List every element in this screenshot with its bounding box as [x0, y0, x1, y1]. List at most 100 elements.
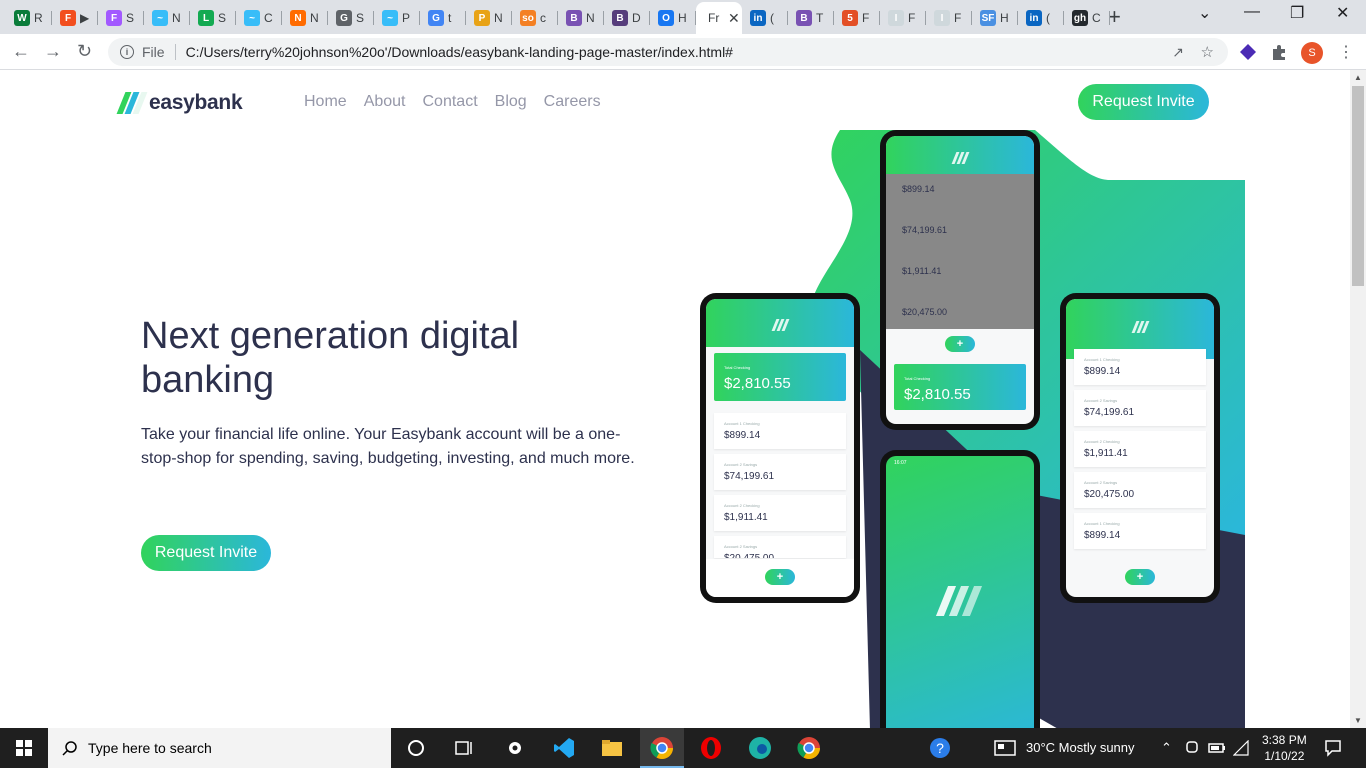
nav-about[interactable]: About [364, 93, 406, 111]
tab-title: H [678, 11, 687, 25]
vscode-icon[interactable] [552, 736, 576, 760]
share-icon[interactable]: ↗ [1172, 44, 1184, 61]
browser-menu-icon[interactable]: ⋮ [1338, 42, 1354, 62]
meet-now-icon[interactable] [1185, 740, 1199, 756]
browser-tab[interactable]: IF [880, 5, 926, 31]
tab-favicon-icon: W [14, 10, 30, 26]
tab-favicon-icon: B [566, 10, 582, 26]
browser-tab[interactable]: WR [6, 5, 52, 31]
tab-favicon-icon: ~ [152, 10, 168, 26]
account-amount: $20,475.00 [1084, 489, 1135, 500]
header-request-invite-button[interactable]: Request Invite [1078, 84, 1209, 120]
browser-tab[interactable]: FS [98, 5, 144, 31]
hero-headline: Next generation digital banking [141, 315, 520, 401]
browser-tab[interactable]: ~ C [236, 5, 282, 31]
minimize-button[interactable]: — [1244, 3, 1260, 21]
phone-mockup-bottom: 16:07 [880, 450, 1040, 728]
page-scrollbar[interactable]: ▲ ▼ [1350, 70, 1366, 728]
extension-diamond-icon[interactable] [1239, 43, 1257, 61]
account-amount: $74,199.61 [724, 471, 775, 482]
profile-avatar[interactable]: S [1301, 42, 1323, 64]
cortana-icon[interactable] [404, 736, 428, 760]
brand-name: easybank [149, 91, 243, 114]
total-amount: $2,810.55 [724, 375, 791, 392]
notifications-icon[interactable] [1324, 739, 1342, 757]
browser-tab[interactable]: SF H [972, 5, 1018, 31]
settings-gear-icon[interactable] [503, 736, 527, 760]
mockup-fab-icon: + [945, 336, 975, 352]
browser-tab[interactable]: in ( [1018, 5, 1064, 31]
battery-icon[interactable] [1208, 741, 1226, 755]
url-text[interactable]: C:/Users/terry%20johnson%20o'/Downloads/… [186, 44, 733, 60]
tab-search-icon[interactable]: ⌄ [1198, 3, 1211, 23]
browser-tab[interactable]: OH [650, 5, 696, 31]
nav-careers[interactable]: Careers [544, 93, 601, 111]
browser-tab[interactable]: GS [328, 5, 374, 31]
page-viewport: easybank Home About Contact Blog Careers… [0, 70, 1350, 728]
browser-tab[interactable]: F ▶ [52, 5, 98, 31]
edge-icon[interactable] [748, 736, 772, 760]
taskbar-search-box[interactable]: Type here to search [48, 728, 391, 768]
close-tab-icon[interactable]: ✕ [728, 10, 740, 27]
forward-button[interactable]: → [44, 41, 62, 62]
browser-tab[interactable]: IF [926, 5, 972, 31]
browser-tab[interactable]: LS [190, 5, 236, 31]
browser-tab[interactable]: PN [466, 5, 512, 31]
account-card: Account 2 Checking $1,911.41 [714, 495, 846, 531]
browser-tab[interactable]: BN [558, 5, 604, 31]
restore-button[interactable]: ❐ [1290, 3, 1304, 23]
system-clock[interactable]: 3:38 PM 1/10/22 [1262, 732, 1307, 764]
task-view-icon[interactable] [452, 736, 476, 760]
tab-title: C [264, 11, 273, 25]
easybank-logo[interactable]: easybank [116, 91, 243, 115]
account-label: Account 1 Checking [724, 421, 760, 426]
chrome-taskbar-active[interactable] [640, 728, 684, 768]
browser-tab[interactable]: BD [604, 5, 650, 31]
windows-start-icon[interactable] [16, 740, 32, 756]
tab-title: S [126, 11, 135, 25]
bookmark-star-icon[interactable]: ☆ [1201, 43, 1214, 61]
browser-tab[interactable]: in ( [742, 5, 788, 31]
weather-text[interactable]: 30°C Mostly sunny [1026, 740, 1135, 755]
browser-tab[interactable]: Gt [420, 5, 466, 31]
extensions-puzzle-icon[interactable] [1270, 43, 1288, 61]
nav-home[interactable]: Home [304, 93, 347, 111]
chrome-profile-icon[interactable] [797, 736, 821, 760]
address-bar[interactable]: i File C:/Users/terry%20johnson%20o'/Dow… [108, 38, 1228, 66]
account-label: Account 2 Checking [724, 503, 760, 508]
hero-illustration: $899.14 $74,199.61 $1,911.41 $20,475.00 … [690, 130, 1250, 728]
close-window-button[interactable]: ✕ [1336, 3, 1349, 23]
browser-tab[interactable]: gh C [1064, 5, 1110, 31]
scroll-down-icon[interactable]: ▼ [1354, 716, 1362, 725]
nav-blog[interactable]: Blog [495, 93, 527, 111]
tab-title: S [356, 11, 365, 25]
tab-title: H [1000, 11, 1009, 25]
tab-favicon-icon: I [934, 10, 950, 26]
browser-tab[interactable]: BT [788, 5, 834, 31]
hero-request-invite-button[interactable]: Request Invite [141, 535, 271, 571]
browser-tab[interactable]: so c [512, 5, 558, 31]
account-amount: $899.14 [724, 430, 761, 441]
reload-button[interactable]: ↻ [77, 41, 92, 62]
tab-favicon-icon: N [290, 10, 306, 26]
scroll-up-icon[interactable]: ▲ [1354, 73, 1362, 82]
browser-tab-active[interactable]: Fr ✕ [696, 2, 742, 34]
phone-mockup-left: 16:07 Total Checking $2,810.55 Account 1… [700, 293, 860, 603]
nav-contact[interactable]: Contact [423, 93, 478, 111]
file-explorer-icon[interactable] [600, 736, 624, 760]
back-button[interactable]: ← [12, 41, 30, 62]
search-placeholder: Type here to search [88, 740, 212, 756]
site-info-icon[interactable]: i [120, 45, 134, 59]
news-weather-icon[interactable] [994, 740, 1016, 756]
browser-tab[interactable]: 5F [834, 5, 880, 31]
clock-date: 1/10/22 [1264, 749, 1305, 763]
opera-icon[interactable] [699, 736, 723, 760]
scrolled-accounts-overlay: $899.14 $74,199.61 $1,911.41 $20,475.00 [886, 174, 1034, 329]
show-hidden-icons-chevron-icon[interactable]: ⌃ [1161, 740, 1172, 756]
browser-tab[interactable]: NN [282, 5, 328, 31]
help-icon[interactable]: ? [928, 736, 952, 760]
browser-tab[interactable]: ~ P [374, 5, 420, 31]
scrollbar-thumb[interactable] [1352, 86, 1364, 286]
browser-tab[interactable]: ~ N [144, 5, 190, 31]
wifi-icon[interactable] [1233, 740, 1249, 756]
